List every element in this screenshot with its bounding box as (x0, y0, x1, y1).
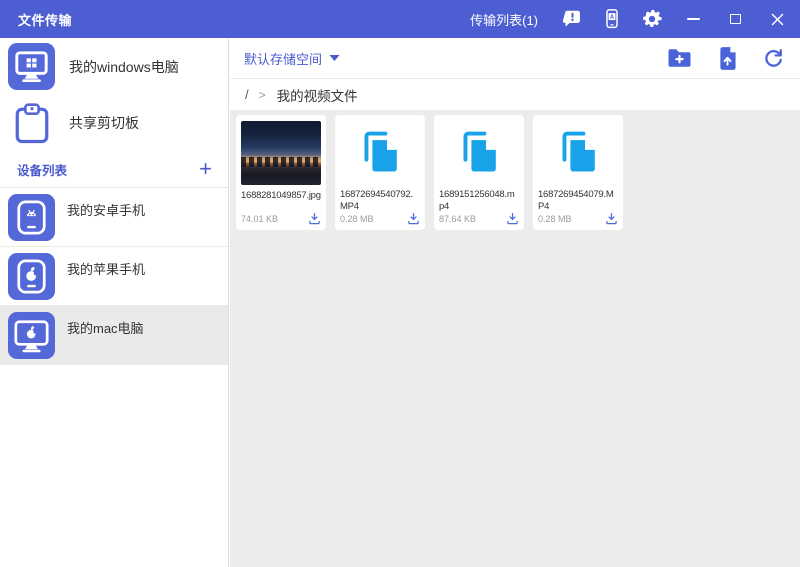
phone-connect-icon[interactable]: A (600, 7, 624, 31)
breadcrumb-separator-icon: > (258, 87, 266, 102)
storage-dropdown-label: 默认存储空间 (244, 51, 323, 67)
file-name: 1687269454079.MP4 (538, 188, 614, 212)
file-size: 74.01 KB (241, 213, 279, 224)
refresh-button[interactable] (763, 48, 784, 69)
android-phone-icon (8, 193, 55, 241)
minimize-button[interactable] (680, 6, 706, 32)
file-card[interactable]: 1687269454079.MP4 0.28 MB (533, 115, 623, 230)
device-list-title: 设备列表 (17, 163, 68, 178)
breadcrumb-root[interactable]: / (245, 87, 249, 102)
file-size: 87.64 KB (439, 213, 477, 224)
clipboard-icon (8, 100, 55, 147)
maximize-icon (729, 14, 741, 24)
breadcrumb-current-folder: 我的视频文件 (276, 88, 358, 104)
video-file-icon (364, 131, 397, 172)
main-toolbar: 默认存储空间 (230, 38, 800, 79)
apple-phone-icon (8, 252, 55, 300)
device-row-mac-computer[interactable]: 我的mac电脑 (0, 306, 228, 365)
sidebar-item-my-computer[interactable]: 我的windows电脑 (0, 38, 228, 95)
app-window: 文件传输 传输列表(1) A 我的windows电脑 共享剪切板 设备列表 + … (0, 0, 800, 567)
download-icon (309, 213, 320, 225)
file-size: 0.28 MB (538, 213, 572, 224)
file-size: 0.28 MB (340, 213, 374, 224)
new-folder-icon (668, 49, 691, 67)
mac-computer-icon (8, 311, 55, 359)
file-card[interactable]: 1689151256048.mp4 87.64 KB (434, 115, 524, 230)
new-folder-button[interactable] (667, 48, 692, 68)
add-device-button[interactable]: + (199, 158, 212, 180)
titlebar-actions: 传输列表(1) A (470, 6, 800, 32)
file-name: 1688281049857.jpg (241, 190, 321, 201)
download-button[interactable] (605, 212, 618, 225)
file-card[interactable]: 1688281049857.jpg 74.01 KB (236, 115, 326, 230)
download-button[interactable] (407, 212, 420, 225)
file-name: 1689151256048.mp4 (439, 188, 515, 212)
minimize-icon (686, 18, 700, 20)
upload-file-button[interactable] (718, 46, 737, 70)
main-panel: 默认存储空间 / > 我的视频文件 1688281049857.jpg 74.0… (230, 38, 800, 567)
settings-gear-icon[interactable] (640, 7, 664, 31)
video-file-icon (463, 131, 496, 172)
sidebar: 我的windows电脑 共享剪切板 设备列表 + 我的安卓手机 我的苹果手机 我… (0, 38, 229, 567)
file-card[interactable]: 16872694540792.MP4 0.28 MB (335, 115, 425, 230)
storage-space-dropdown[interactable]: 默认存储空间 (244, 49, 340, 68)
device-label: 我的安卓手机 (67, 203, 146, 218)
device-list-header: 设备列表 + (0, 151, 228, 188)
download-icon (507, 213, 518, 225)
image-thumbnail (241, 121, 321, 185)
maximize-button[interactable] (722, 6, 748, 32)
download-button[interactable] (308, 212, 321, 225)
windows-computer-icon (8, 43, 55, 90)
device-row-android-phone[interactable]: 我的安卓手机 (0, 188, 228, 247)
feedback-icon[interactable] (560, 7, 584, 31)
refresh-icon (765, 48, 782, 67)
file-name: 16872694540792.MP4 (340, 188, 413, 212)
device-label: 我的苹果手机 (67, 262, 146, 277)
breadcrumb: / > 我的视频文件 (230, 79, 800, 110)
toolbar-actions (667, 46, 784, 70)
device-label: 我的mac电脑 (67, 321, 144, 336)
close-icon (771, 13, 783, 25)
download-button[interactable] (506, 212, 519, 225)
chevron-down-icon (329, 55, 340, 61)
close-button[interactable] (764, 6, 790, 32)
sidebar-item-label: 共享剪切板 (69, 115, 139, 131)
sidebar-item-shared-clipboard[interactable]: 共享剪切板 (0, 95, 228, 151)
device-row-apple-phone[interactable]: 我的苹果手机 (0, 247, 228, 306)
video-file-icon (562, 131, 595, 172)
upload-file-icon (720, 46, 736, 70)
sidebar-item-label: 我的windows电脑 (69, 58, 179, 75)
transfer-list-button[interactable]: 传输列表(1) (470, 10, 538, 29)
app-title: 文件传输 (18, 12, 73, 28)
titlebar: 文件传输 传输列表(1) A (0, 0, 800, 38)
download-icon (408, 213, 419, 225)
file-grid: 1688281049857.jpg 74.01 KB 1687269454079… (230, 110, 800, 567)
download-icon (606, 213, 617, 225)
